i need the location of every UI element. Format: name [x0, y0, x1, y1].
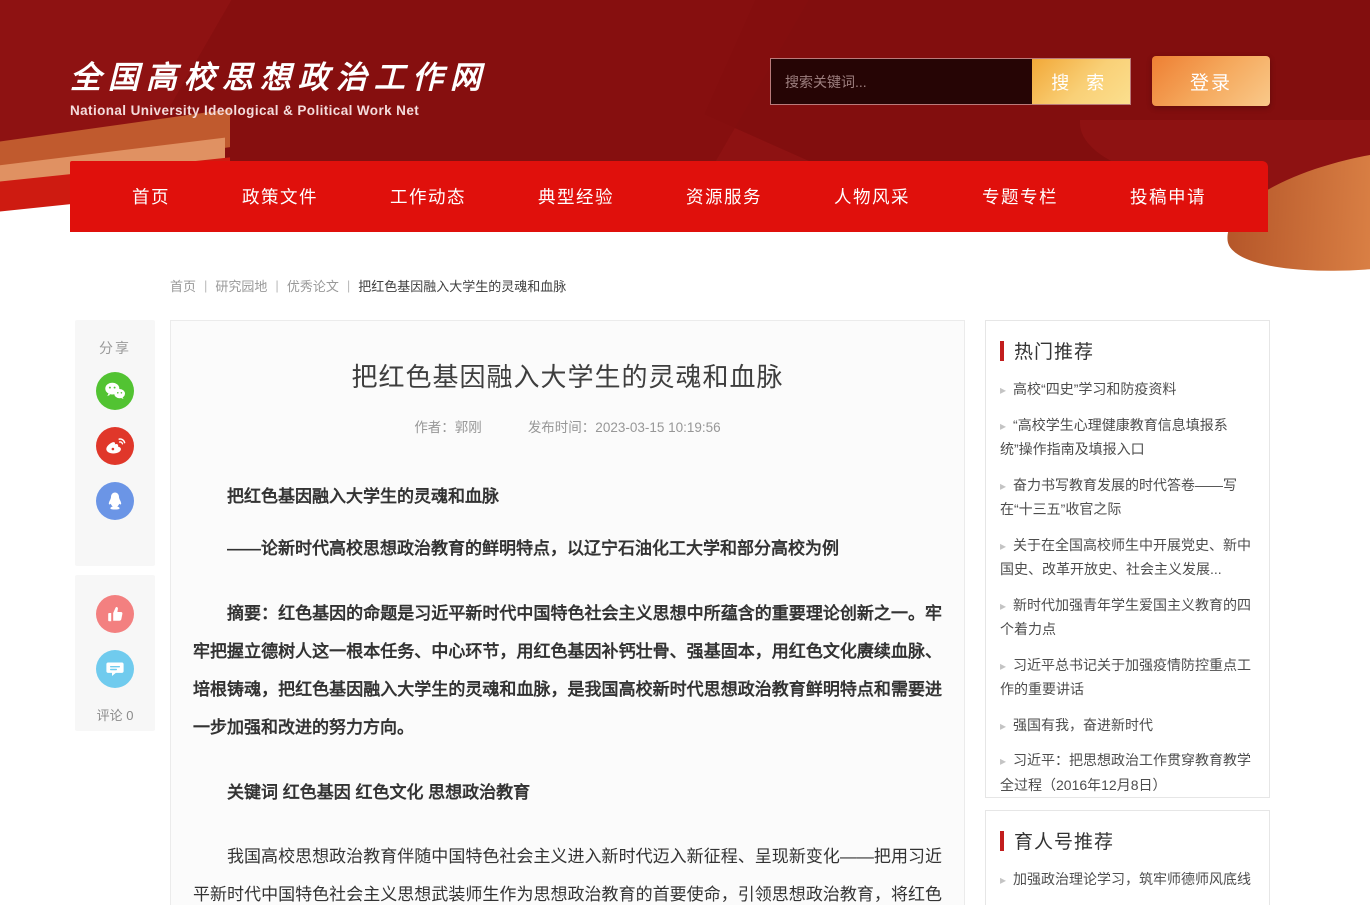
- comment-count-label: 评论 0: [97, 705, 134, 724]
- comment-bubble-icon: [103, 657, 127, 681]
- triangle-bullet-icon: ▸: [1000, 383, 1006, 397]
- search-input[interactable]: [771, 59, 1032, 104]
- article-publish-time: 发布时间：2023-03-15 10:19:56: [528, 416, 721, 436]
- hot-recommendations-title: 热门推荐: [1014, 337, 1094, 364]
- article-heading-line2: ——论新时代高校思想政治教育的鲜明特点，以辽宁石油化工大学和部分高校为例: [193, 530, 942, 568]
- nav-item-resources[interactable]: 资源服务: [686, 184, 762, 209]
- search-bar: 搜 索: [770, 58, 1131, 105]
- article-title: 把红色基因融入大学生的灵魂和血脉: [193, 357, 942, 394]
- article-meta: 作者：郭刚 发布时间：2023-03-15 10:19:56: [193, 416, 942, 436]
- triangle-bullet-icon: ▸: [1000, 599, 1006, 613]
- list-item[interactable]: ▸“高校学生心理健康教育信息填报系统”操作指南及填报入口: [1000, 413, 1255, 462]
- nav-item-policy[interactable]: 政策文件: [242, 184, 318, 209]
- main-nav: 首页 政策文件 工作动态 典型经验 资源服务 人物风采 专题专栏 投稿申请: [70, 161, 1268, 232]
- site-logo-title: 全国高校思想政治工作网: [70, 52, 488, 97]
- triangle-bullet-icon: ▸: [1000, 419, 1006, 433]
- qq-icon: [103, 489, 127, 513]
- share-label: 分享: [99, 338, 131, 358]
- nav-item-work-news[interactable]: 工作动态: [390, 184, 466, 209]
- nav-item-special-columns[interactable]: 专题专栏: [982, 184, 1058, 209]
- nav-item-typical-experience[interactable]: 典型经验: [538, 184, 614, 209]
- list-item[interactable]: ▸奋力书写教育发展的时代答卷——写在“十三五”收官之际: [1000, 473, 1255, 522]
- nav-item-submission[interactable]: 投稿申请: [1130, 184, 1206, 209]
- yuren-recommendations-panel: 育人号推荐 ▸加强政治理论学习，筑牢师德师风底线: [985, 810, 1270, 905]
- breadcrumb-separator: |: [204, 278, 207, 293]
- list-item[interactable]: ▸习近平：把思想政治工作贯穿教育教学全过程（2016年12月8日）: [1000, 748, 1255, 797]
- list-item[interactable]: ▸关于在全国高校师生中开展党史、新中国史、改革开放史、社会主义发展...: [1000, 533, 1255, 582]
- article-abstract: 摘要：红色基因的命题是习近平新时代中国特色社会主义思想中所蕴含的重要理论创新之一…: [193, 595, 942, 748]
- breadcrumb: 首页 | 研究园地 | 优秀论文 | 把红色基因融入大学生的灵魂和血脉: [170, 276, 566, 295]
- breadcrumb-separator: |: [347, 278, 350, 293]
- thumbs-up-icon: [103, 602, 127, 626]
- site-logo[interactable]: 全国高校思想政治工作网 National University Ideologi…: [70, 52, 488, 118]
- yuren-recommendations-header: 育人号推荐: [1000, 827, 1255, 854]
- share-panel: 分享: [75, 320, 155, 566]
- list-item[interactable]: ▸习近平总书记关于加强疫情防控重点工作的重要讲话: [1000, 653, 1255, 702]
- wechat-share-button[interactable]: [96, 372, 134, 410]
- article-heading-line1: 把红色基因融入大学生的灵魂和血脉: [193, 478, 942, 516]
- article-author: 作者：郭刚: [414, 416, 482, 436]
- breadcrumb-separator: |: [275, 278, 278, 293]
- list-item[interactable]: ▸强国有我，奋进新时代: [1000, 713, 1255, 738]
- search-button[interactable]: 搜 索: [1032, 59, 1130, 104]
- article-panel: 把红色基因融入大学生的灵魂和血脉 作者：郭刚 发布时间：2023-03-15 1…: [170, 320, 965, 905]
- breadcrumb-current: 把红色基因融入大学生的灵魂和血脉: [358, 276, 566, 295]
- list-item[interactable]: ▸新时代加强青年学生爱国主义教育的四个着力点: [1000, 593, 1255, 642]
- red-accent-bar: [1000, 341, 1004, 361]
- triangle-bullet-icon: ▸: [1000, 659, 1006, 673]
- reaction-panel: 评论 0: [75, 575, 155, 731]
- article-paragraph: 我国高校思想政治教育伴随中国特色社会主义进入新时代迈入新征程、呈现新变化——把用…: [193, 838, 942, 905]
- red-accent-bar: [1000, 831, 1004, 851]
- list-item[interactable]: ▸高校“四史”学习和防疫资料: [1000, 377, 1255, 402]
- site-logo-subtitle: National University Ideological & Politi…: [70, 103, 488, 118]
- nav-item-home[interactable]: 首页: [132, 184, 170, 209]
- wechat-icon: [103, 379, 127, 403]
- article-body: 把红色基因融入大学生的灵魂和血脉 ——论新时代高校思想政治教育的鲜明特点，以辽宁…: [193, 478, 942, 905]
- yuren-recommendations-title: 育人号推荐: [1014, 827, 1114, 854]
- like-button[interactable]: [96, 595, 134, 633]
- triangle-bullet-icon: ▸: [1000, 754, 1006, 768]
- breadcrumb-home[interactable]: 首页: [170, 276, 196, 295]
- nav-item-people[interactable]: 人物风采: [834, 184, 910, 209]
- login-button[interactable]: 登录: [1152, 56, 1270, 106]
- page: 全国高校思想政治工作网 National University Ideologi…: [0, 0, 1370, 905]
- article-keywords: 关键词 红色基因 红色文化 思想政治教育: [193, 774, 942, 812]
- weibo-share-button[interactable]: [96, 427, 134, 465]
- triangle-bullet-icon: ▸: [1000, 479, 1006, 493]
- qq-share-button[interactable]: [96, 482, 134, 520]
- list-item[interactable]: ▸加强政治理论学习，筑牢师德师风底线: [1000, 867, 1255, 892]
- hot-recommendations-panel: 热门推荐 ▸高校“四史”学习和防疫资料 ▸“高校学生心理健康教育信息填报系统”操…: [985, 320, 1270, 798]
- breadcrumb-research[interactable]: 研究园地: [215, 276, 267, 295]
- triangle-bullet-icon: ▸: [1000, 539, 1006, 553]
- weibo-icon: [103, 434, 127, 458]
- breadcrumb-papers[interactable]: 优秀论文: [287, 276, 339, 295]
- comment-button[interactable]: [96, 650, 134, 688]
- triangle-bullet-icon: ▸: [1000, 719, 1006, 733]
- triangle-bullet-icon: ▸: [1000, 873, 1006, 887]
- hot-recommendations-header: 热门推荐: [1000, 337, 1255, 364]
